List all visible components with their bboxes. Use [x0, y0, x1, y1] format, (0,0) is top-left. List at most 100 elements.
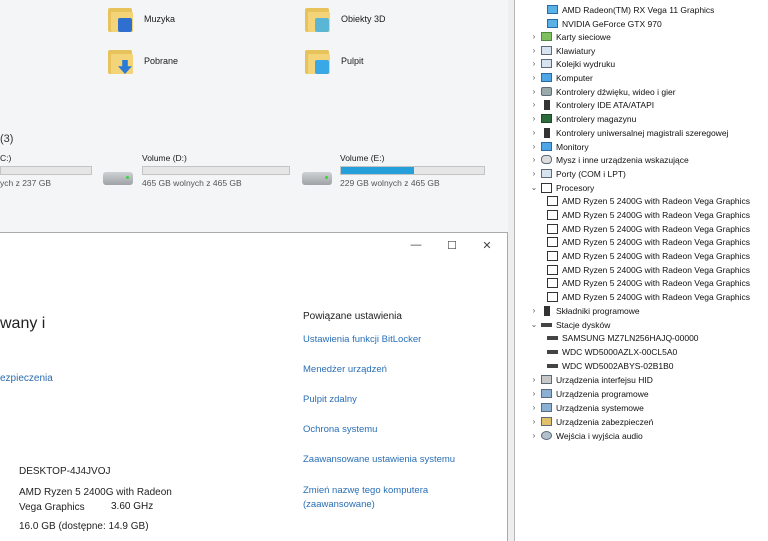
tree-item-processor[interactable]: AMD Ryzen 5 2400G with Radeon Vega Graph… [545, 222, 750, 235]
disk-drive-icon [547, 363, 558, 368]
folder-label: Muzyka [144, 14, 176, 24]
processor-icon [547, 277, 558, 288]
tree-item-label: Kolejki wydruku [556, 58, 616, 69]
hard-drive-icon [103, 172, 133, 185]
tree-item-label: Mysz i inne urządzenia wskazujące [556, 154, 689, 165]
tree-category-monitors[interactable]: › Monitory [529, 140, 589, 153]
tree-item-label: Kontrolery IDE ATA/ATAPI [556, 99, 655, 110]
folder-3d-objects[interactable]: Obiekty 3D [305, 4, 386, 34]
tree-item-label: Urządzenia systemowe [556, 402, 644, 413]
tree-item-gpu[interactable]: AMD Radeon(TM) RX Vega 11 Graphics [545, 3, 714, 16]
tree-category-storage[interactable]: › Kontrolery magazynu [529, 112, 637, 125]
bitlocker-link[interactable]: Ustawienia funkcji BitLocker [303, 333, 421, 347]
folder-downloads[interactable]: Pobrane [108, 46, 178, 76]
drive-e[interactable]: Volume (E:) 229 GB wolnych z 465 GB [340, 153, 485, 188]
processor-icon [547, 291, 558, 302]
usb-icon [544, 127, 550, 138]
minimize-button[interactable]: — [406, 239, 426, 251]
tree-category-sound[interactable]: › Kontrolery dźwięku, wideo i gier [529, 85, 676, 98]
drive-name: C:) [0, 153, 12, 163]
tree-category-ports[interactable]: › Porty (COM i LPT) [529, 167, 626, 180]
tree-item-label: WDC WD5002ABYS-02B1B0 [562, 360, 674, 371]
chevron-right-icon[interactable]: › [529, 32, 539, 41]
system-device-icon [541, 403, 552, 412]
drive-free-space: ych z 237 GB [0, 178, 52, 188]
processor-icon [547, 209, 558, 220]
display-adapter-icon [547, 5, 558, 14]
tree-item-processor[interactable]: AMD Ryzen 5 2400G with Radeon Vega Graph… [545, 263, 750, 276]
advanced-system-settings-link[interactable]: Zaawansowane ustawienia systemu [303, 453, 455, 467]
tree-item-label: AMD Ryzen 5 2400G with Radeon Vega Graph… [562, 264, 751, 275]
security-link[interactable]: ezpieczenia [0, 373, 53, 384]
tree-category-processors[interactable]: ⌄ Procesory [529, 181, 594, 194]
drive-usage-bar [142, 166, 290, 175]
drive-d[interactable]: Volume (D:) 465 GB wolnych z 465 GB [142, 153, 290, 188]
processor-line-2: Vega Graphics [19, 502, 85, 513]
chevron-right-icon[interactable]: › [529, 128, 539, 137]
tree-category-system-devices[interactable]: › Urządzenia systemowe [529, 401, 644, 414]
chevron-right-icon[interactable]: › [529, 431, 539, 440]
tree-category-keyboards[interactable]: › Klawiatury [529, 44, 596, 57]
tree-category-security-devices[interactable]: › Urządzenia zabezpieczeń [529, 415, 654, 428]
speaker-icon [541, 87, 552, 96]
chevron-right-icon[interactable]: › [529, 169, 539, 178]
tree-item-processor[interactable]: AMD Ryzen 5 2400G with Radeon Vega Graph… [545, 235, 750, 248]
chevron-right-icon[interactable]: › [529, 100, 539, 109]
tree-item-processor[interactable]: AMD Ryzen 5 2400G with Radeon Vega Graph… [545, 208, 750, 221]
tree-category-network[interactable]: › Karty sieciowe [529, 30, 611, 43]
maximize-button[interactable]: ☐ [442, 239, 462, 252]
chevron-right-icon[interactable]: › [529, 155, 539, 164]
tree-category-software-components[interactable]: › Składniki programowe [529, 304, 640, 317]
tree-item-label: Porty (COM i LPT) [556, 168, 626, 179]
rename-pc-link[interactable]: Zmień nazwę tego komputera [303, 484, 428, 498]
tree-category-usb[interactable]: › Kontrolery uniwersalnej magistrali szer… [529, 126, 728, 139]
processor-icon [547, 250, 558, 261]
tree-item-disk[interactable]: WDC WD5000AZLX-00CL5A0 [545, 345, 677, 358]
system-protection-link[interactable]: Ochrona systemu [303, 423, 377, 437]
chevron-down-icon[interactable]: ⌄ [529, 320, 539, 329]
tree-category-software-devices[interactable]: › Urządzenia programowe [529, 387, 649, 400]
tree-item-disk[interactable]: SAMSUNG MZ7LN256HAJQ-00000 [545, 331, 699, 344]
chevron-right-icon[interactable]: › [529, 417, 539, 426]
tree-item-processor[interactable]: AMD Ryzen 5 2400G with Radeon Vega Graph… [545, 290, 750, 303]
processor-speed: 3.60 GHz [111, 501, 154, 512]
folder-music[interactable]: Muzyka [108, 4, 175, 34]
chevron-right-icon[interactable]: › [529, 306, 539, 315]
tree-category-disk-drives[interactable]: ⌄ Stacje dysków [529, 318, 611, 331]
chevron-right-icon[interactable]: › [529, 114, 539, 123]
tree-category-computer[interactable]: › Komputer [529, 71, 593, 84]
tree-item-disk[interactable]: WDC WD5002ABYS-02B1B0 [545, 359, 674, 372]
chevron-right-icon[interactable]: › [529, 403, 539, 412]
tree-item-processor[interactable]: AMD Ryzen 5 2400G with Radeon Vega Graph… [545, 249, 750, 262]
chevron-right-icon[interactable]: › [529, 375, 539, 384]
device-manager-link[interactable]: Menedżer urządzeń [303, 363, 387, 377]
chevron-right-icon[interactable]: › [529, 87, 539, 96]
tree-item-gpu[interactable]: NVIDIA GeForce GTX 970 [545, 17, 662, 30]
chevron-right-icon[interactable]: › [529, 389, 539, 398]
disk-drive-icon [541, 322, 552, 327]
folder-label: Pobrane [144, 56, 179, 66]
tree-category-ide[interactable]: › Kontrolery IDE ATA/ATAPI [529, 98, 654, 111]
chevron-right-icon[interactable]: › [529, 46, 539, 55]
chevron-right-icon[interactable]: › [529, 73, 539, 82]
tree-category-audio-io[interactable]: › Wejścia i wyjścia audio [529, 429, 643, 442]
drive-usage-fill [341, 167, 414, 174]
chevron-right-icon[interactable]: › [529, 142, 539, 151]
tree-item-processor[interactable]: AMD Ryzen 5 2400G with Radeon Vega Graph… [545, 276, 750, 289]
tree-category-print-queues[interactable]: › Kolejki wydruku [529, 57, 615, 70]
devices-section-header[interactable]: (3) [0, 133, 13, 145]
tree-item-processor[interactable]: AMD Ryzen 5 2400G with Radeon Vega Graph… [545, 194, 750, 207]
chevron-right-icon[interactable]: › [529, 59, 539, 68]
drive-c[interactable]: C:) ych z 237 GB [0, 153, 92, 188]
close-button[interactable]: ✕ [477, 239, 497, 252]
tree-item-label: Składniki programowe [556, 305, 640, 316]
rename-pc-link-advanced[interactable]: (zaawansowane) [303, 498, 375, 512]
tree-item-label: Wejścia i wyjścia audio [556, 430, 643, 441]
chevron-down-icon[interactable]: ⌄ [529, 183, 539, 192]
folder-desktop[interactable]: Pulpit [305, 46, 364, 76]
tree-item-label: Kontrolery dźwięku, wideo i gier [556, 86, 676, 97]
tree-category-hid[interactable]: › Urządzenia interfejsu HID [529, 373, 653, 386]
processor-icon [547, 195, 558, 206]
tree-category-mice[interactable]: › Mysz i inne urządzenia wskazujące [529, 153, 689, 166]
remote-desktop-link[interactable]: Pulpit zdalny [303, 393, 357, 407]
